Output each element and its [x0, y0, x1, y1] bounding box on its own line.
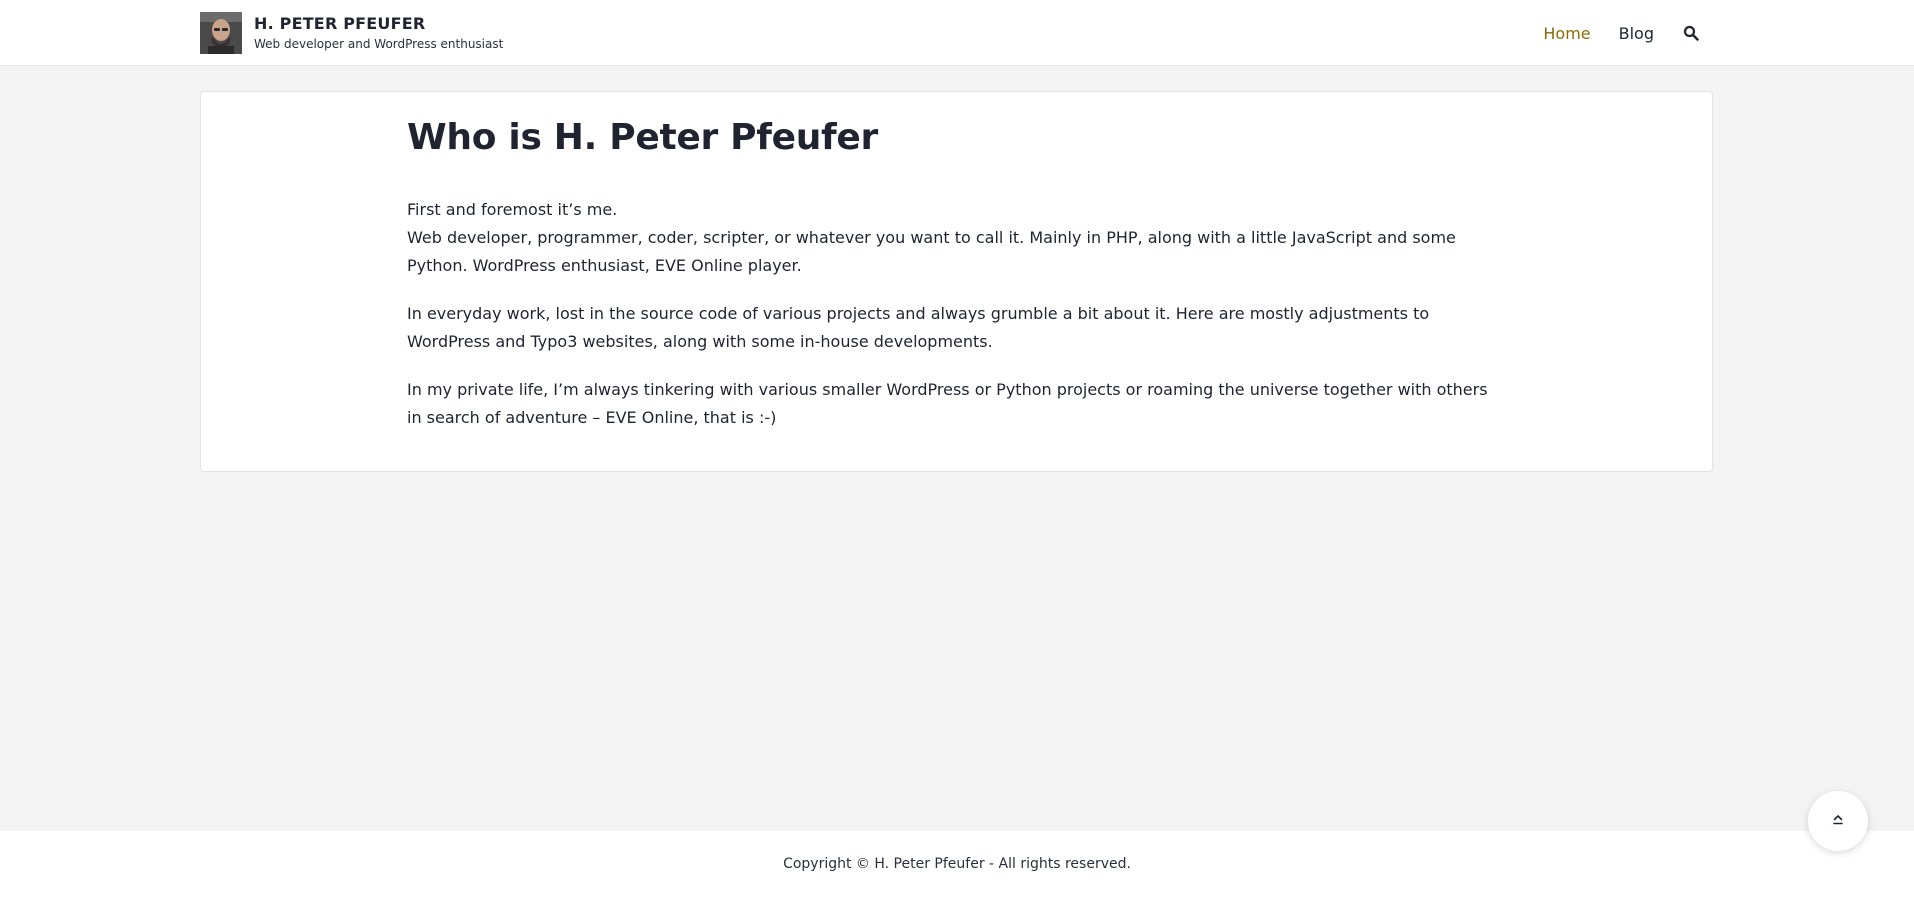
paragraph-intro: First and foremost it’s me. Web develope…: [407, 196, 1507, 280]
site-tagline: Web developer and WordPress enthusiast: [254, 37, 504, 51]
copyright-text: Copyright © H. Peter Pfeufer - All right…: [783, 856, 1131, 872]
nav-item-blog[interactable]: Blog: [1619, 24, 1654, 43]
site-header: H. PETER PFEUFER Web developer and WordP…: [0, 0, 1914, 66]
site-branding[interactable]: H. PETER PFEUFER Web developer and WordP…: [200, 12, 503, 54]
back-to-top-button[interactable]: [1808, 791, 1868, 851]
page-title: Who is H. Peter Pfeufer: [407, 117, 878, 158]
content-card: Who is H. Peter Pfeufer First and foremo…: [200, 91, 1713, 472]
search-icon[interactable]: [1682, 24, 1700, 42]
chevron-up-icon: [1831, 812, 1845, 831]
site-title[interactable]: H. PETER PFEUFER: [254, 14, 503, 34]
paragraph-line-2: Web developer, programmer, coder, script…: [407, 228, 1456, 275]
paragraph-private: In my private life, I’m always tinkering…: [407, 380, 1488, 427]
paragraph-line-1: First and foremost it’s me.: [407, 200, 618, 219]
nav-item-home[interactable]: Home: [1543, 24, 1590, 43]
page-content: Who is H. Peter Pfeufer First and foremo…: [407, 110, 1507, 432]
main-navigation: Home Blog: [1515, 0, 1700, 66]
avatar[interactable]: [200, 12, 242, 54]
site-footer: Copyright © H. Peter Pfeufer - All right…: [0, 831, 1914, 899]
paragraph-work: In everyday work, lost in the source cod…: [407, 304, 1430, 351]
